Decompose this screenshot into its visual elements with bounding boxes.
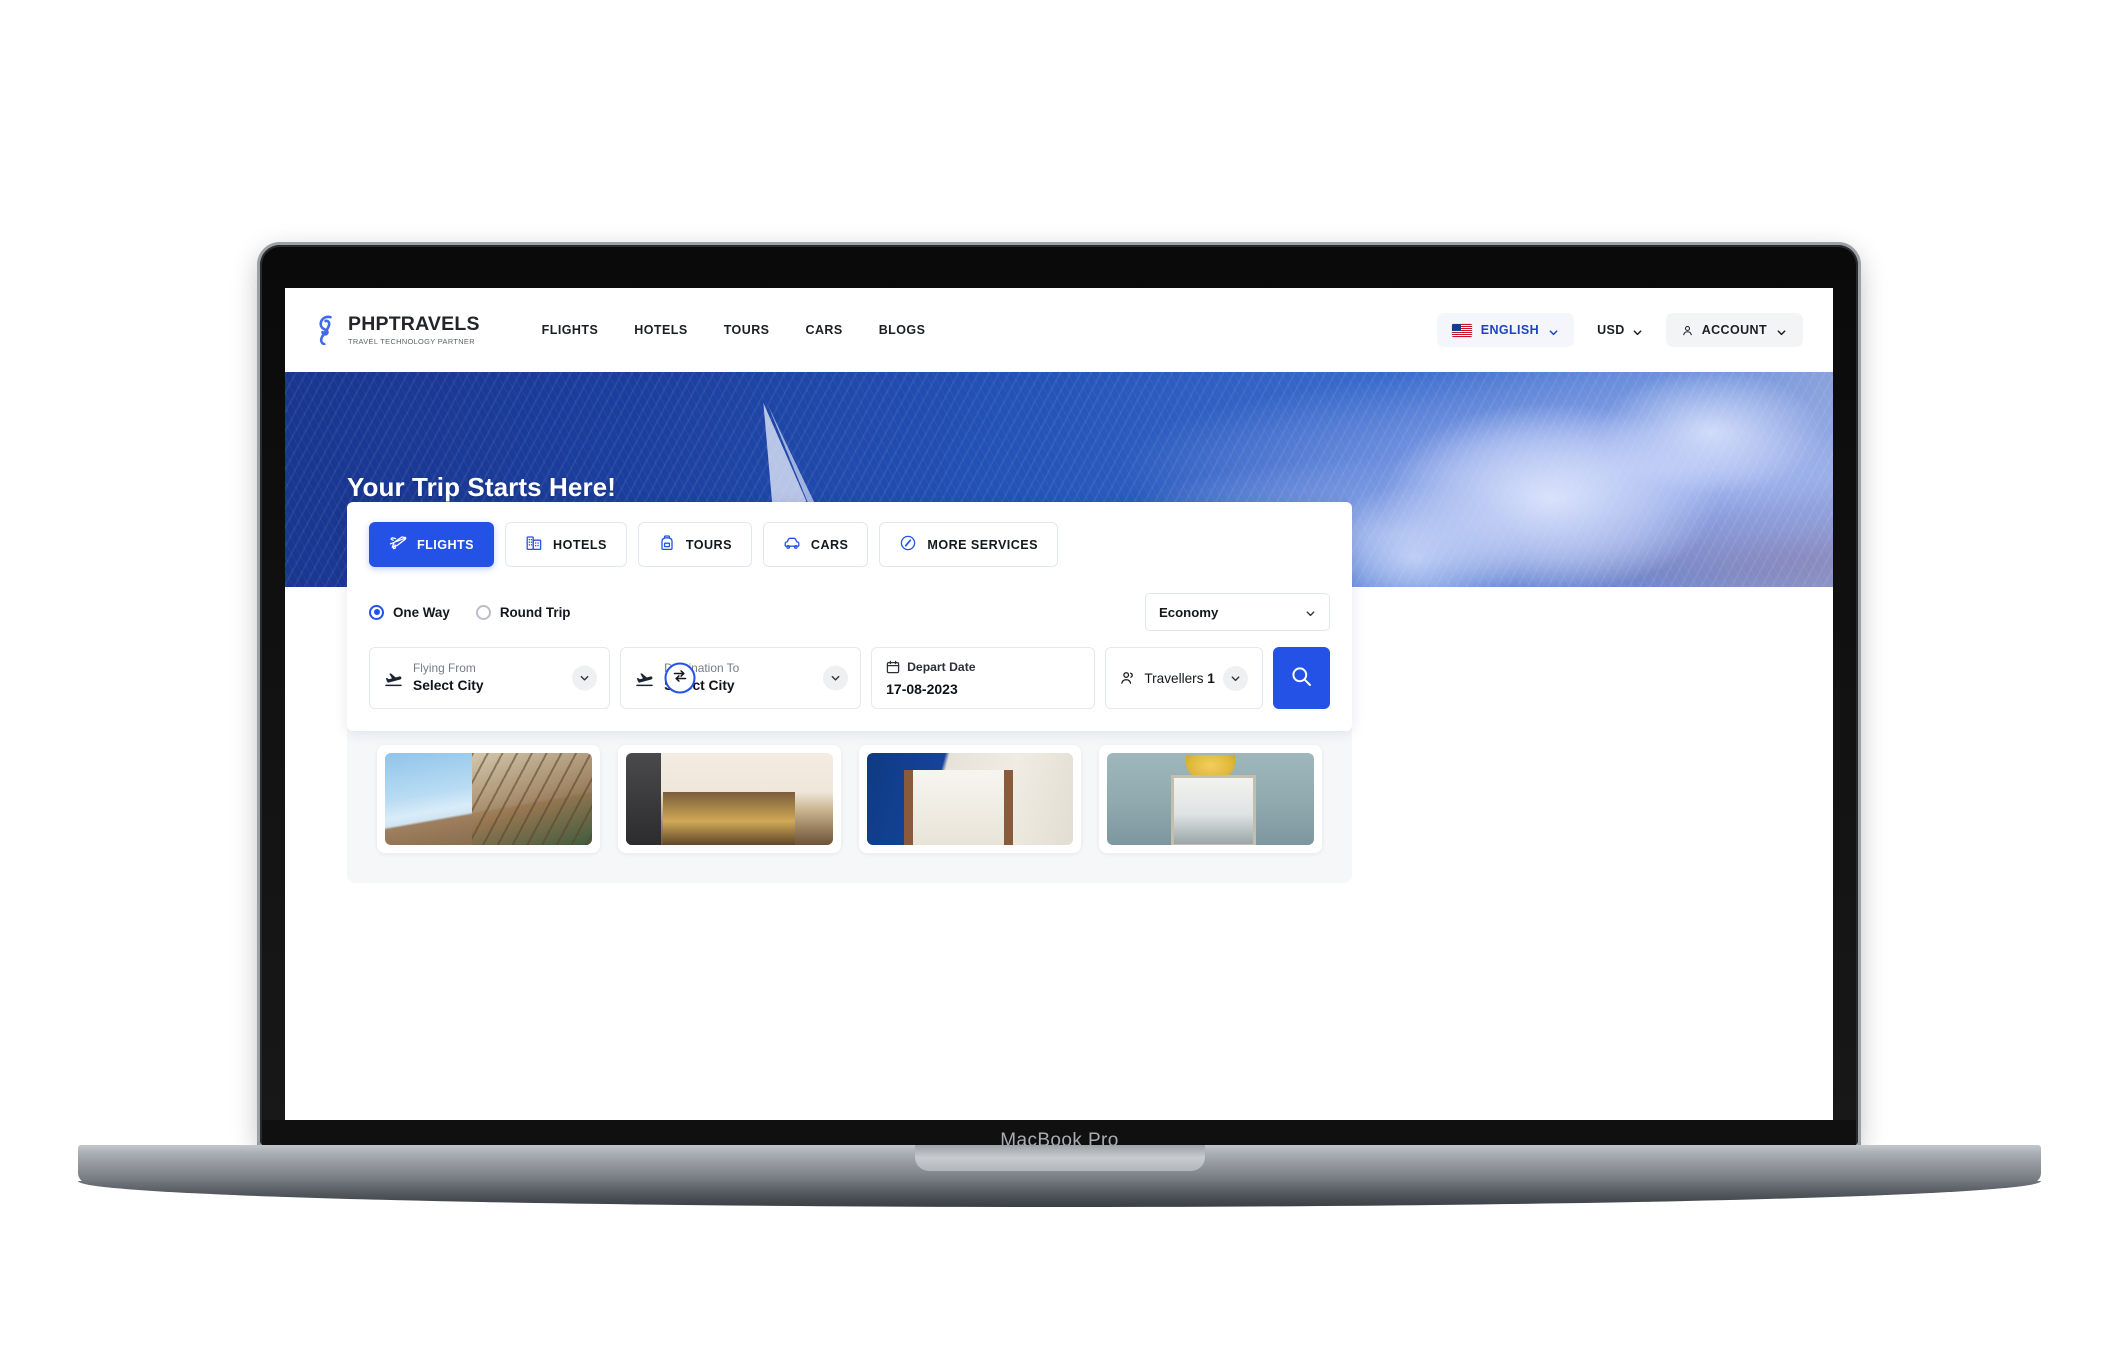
radio-label: Round Trip [499, 604, 571, 620]
tab-hotels[interactable]: HOTELS [505, 522, 627, 567]
tab-tours[interactable]: TOURS [637, 522, 752, 567]
field-value: 17-08-2023 [886, 680, 958, 697]
compass-icon [899, 534, 917, 555]
user-icon [1682, 323, 1693, 337]
hotel-card-grid [377, 745, 1322, 853]
radio-indicator-off [475, 604, 491, 620]
chevron-down-icon [1548, 325, 1559, 336]
plane-departure-icon [384, 669, 403, 688]
tab-label: HOTELS [553, 537, 607, 552]
people-icon [1120, 670, 1136, 686]
trip-options-row: One Way Round Trip Economy [369, 593, 1330, 631]
tab-more-services[interactable]: MORE SERVICES [879, 522, 1058, 567]
hotel-card[interactable] [377, 745, 600, 853]
laptop-base-lip [78, 1181, 2041, 1207]
radio-label: One Way [393, 604, 450, 620]
field-label: Depart Date [907, 659, 976, 674]
service-tabs: FLIGHTS HOTELS TOURS CARS MORE SERVICES [369, 522, 1330, 567]
search-button[interactable] [1272, 647, 1330, 709]
tab-label: FLIGHTS [417, 537, 475, 552]
tab-label: MORE SERVICES [927, 537, 1038, 552]
chevron-down-icon[interactable] [823, 665, 849, 691]
hero-title: Your Trip Starts Here! [347, 472, 617, 502]
trip-type-group: One Way Round Trip [369, 604, 571, 620]
currency-label: USD [1597, 323, 1625, 337]
field-value: Select City [413, 678, 484, 694]
brand-name: PHPTRAVELS [348, 313, 480, 336]
tab-label: TOURS [685, 537, 732, 552]
car-icon [783, 534, 801, 555]
tab-cars[interactable]: CARS [762, 522, 869, 567]
nav-link-flights[interactable]: FLIGHTS [542, 323, 599, 337]
tab-flights[interactable]: FLIGHTS [369, 522, 495, 567]
browser-viewport: PHPTRAVELS TRAVEL TECHNOLOGY PARTNER FLI… [285, 288, 1833, 1130]
laptop-base-notch [915, 1145, 1205, 1171]
hotel-card[interactable] [858, 745, 1082, 853]
account-label: ACCOUNT [1701, 323, 1767, 337]
plane-icon [389, 534, 407, 555]
hotel-card[interactable] [617, 745, 841, 853]
language-selector[interactable]: ENGLISH [1436, 313, 1575, 347]
backpack-icon [658, 534, 676, 555]
destination-to-field[interactable]: Destination To Select City [620, 647, 862, 709]
calendar-icon [886, 660, 900, 674]
hotel-image [625, 753, 833, 845]
phptravels-logo-icon [313, 315, 339, 346]
currency-selector[interactable]: USD [1587, 313, 1653, 347]
header-actions: ENGLISH USD ACCOUNT [1436, 313, 1803, 347]
nav-link-tours[interactable]: TOURS [724, 323, 770, 337]
swap-arrows-icon [673, 668, 688, 688]
depart-date-field[interactable]: Depart Date 17-08-2023 [871, 647, 1096, 709]
travellers-field[interactable]: Travellers 1 [1105, 647, 1263, 709]
account-menu[interactable]: ACCOUNT [1665, 313, 1803, 347]
laptop-mockup: PHPTRAVELS TRAVEL TECHNOLOGY PARTNER FLI… [0, 0, 2119, 1367]
brand-logo[interactable]: PHPTRAVELS TRAVEL TECHNOLOGY PARTNER [313, 313, 480, 346]
travellers-value: Travellers 1 [1144, 671, 1215, 686]
nav-link-hotels[interactable]: HOTELS [634, 323, 687, 337]
cabin-class-select[interactable]: Economy [1145, 593, 1330, 631]
search-icon [1290, 665, 1313, 691]
chevron-down-icon [1305, 606, 1316, 619]
hotel-image [385, 753, 592, 845]
chevron-down-icon [1776, 325, 1787, 336]
us-flag-icon [1451, 323, 1472, 337]
chevron-down-icon[interactable] [572, 665, 598, 691]
search-fields-row: Flying From Select City Destination To S… [369, 647, 1330, 709]
swap-cities-button[interactable] [664, 662, 696, 694]
hotel-card[interactable] [1099, 745, 1322, 853]
cabin-class-value: Economy [1159, 604, 1219, 620]
radio-round-trip[interactable]: Round Trip [475, 604, 571, 620]
nav-link-blogs[interactable]: BLOGS [879, 323, 926, 337]
radio-one-way[interactable]: One Way [369, 604, 450, 620]
field-label: Flying From [413, 661, 476, 676]
language-label: ENGLISH [1480, 323, 1540, 337]
building-icon [525, 534, 543, 555]
tab-label: CARS [810, 537, 849, 552]
chevron-down-icon[interactable] [1222, 665, 1248, 691]
travellers-count: 1 [1207, 670, 1215, 686]
hotel-image [866, 753, 1074, 845]
main-nav: FLIGHTS HOTELS TOURS CARS BLOGS [542, 323, 926, 337]
site-header: PHPTRAVELS TRAVEL TECHNOLOGY PARTNER FLI… [285, 288, 1833, 372]
nav-link-cars[interactable]: CARS [805, 323, 842, 337]
brand-tagline: TRAVEL TECHNOLOGY PARTNER [348, 336, 475, 346]
radio-indicator-on [369, 604, 384, 620]
travellers-label: Travellers [1144, 670, 1204, 686]
plane-arrival-icon [635, 669, 654, 688]
hotel-image [1107, 753, 1314, 845]
flying-from-field[interactable]: Flying From Select City [369, 647, 611, 709]
chevron-down-icon [1632, 325, 1643, 336]
booking-widget: FLIGHTS HOTELS TOURS CARS MORE SERVICES … [347, 502, 1352, 731]
